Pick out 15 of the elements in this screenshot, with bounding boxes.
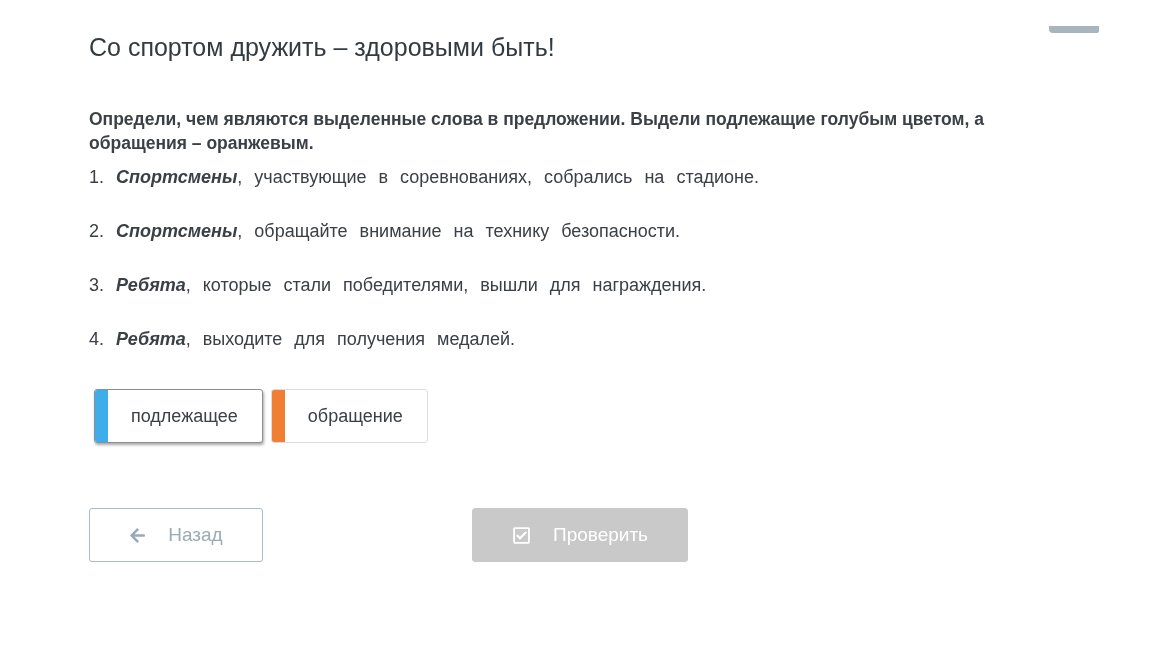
- marker-option[interactable]: подлежащее: [94, 389, 263, 443]
- task-instruction: Определи, чем являются выделенные слова в предложении. Выдели подлежащие голубым цветом, а обращения – оранжевым.: [89, 108, 985, 155]
- sentence-text: Спортсмены, участвующие в соревнованиях, собрались на стадионе.: [116, 166, 759, 189]
- corner-bar: [1049, 26, 1099, 33]
- marker-option[interactable]: обращение: [270, 389, 428, 443]
- sentence-text: Ребята, которые стали победителями, вышли для награждения.: [116, 274, 707, 297]
- item-number: 1.: [89, 166, 105, 189]
- item-number: 2.: [89, 220, 105, 243]
- item-number: 3.: [89, 274, 105, 297]
- sentence-text: Спортсмены, обращайте внимание на технику безопасности.: [116, 220, 681, 243]
- item-number: 4.: [89, 328, 105, 351]
- sentence-text: Ребята, выходите для получения медалей.: [116, 328, 516, 351]
- page-title: Со спортом дружить – здоровыми быть!: [89, 32, 555, 63]
- arrow-left-icon: [129, 526, 147, 544]
- checkbox-icon: [512, 525, 531, 545]
